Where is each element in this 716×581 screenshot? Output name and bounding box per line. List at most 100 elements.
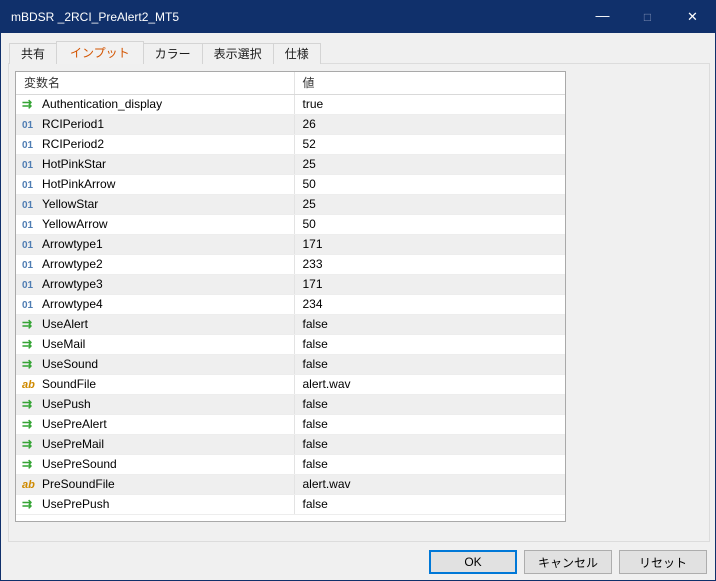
param-value[interactable]: false xyxy=(294,394,565,414)
param-row[interactable]: abSoundFile alert.wav xyxy=(16,374,565,394)
param-name: UseAlert xyxy=(42,317,88,331)
param-name: YellowArrow xyxy=(42,217,108,231)
param-value[interactable]: 171 xyxy=(294,234,565,254)
window-title: mBDSR _2RCI_PreAlert2_MT5 xyxy=(11,10,580,24)
param-value[interactable]: 25 xyxy=(294,154,565,174)
param-row[interactable]: 01HotPinkArrow 50 xyxy=(16,174,565,194)
param-name: SoundFile xyxy=(42,377,96,391)
bool-param-icon: ⇉ xyxy=(22,317,42,331)
window-controls: — □ ✕ xyxy=(580,1,715,33)
param-name: RCIPeriod2 xyxy=(42,137,104,151)
bool-param-icon: ⇉ xyxy=(22,397,42,411)
param-name: HotPinkArrow xyxy=(42,177,115,191)
param-row[interactable]: ⇉UseSound false xyxy=(16,354,565,374)
param-row[interactable]: 01Arrowtype3 171 xyxy=(16,274,565,294)
column-header-value[interactable]: 値 xyxy=(294,72,565,94)
param-row[interactable]: ⇉UseAlert false xyxy=(16,314,565,334)
param-value[interactable]: alert.wav xyxy=(294,374,565,394)
param-row[interactable]: 01YellowStar25 xyxy=(16,194,565,214)
param-name: YellowStar xyxy=(42,197,98,211)
param-name: UseMail xyxy=(42,337,85,351)
param-value[interactable]: 234 xyxy=(294,294,565,314)
tab-colors[interactable]: カラー xyxy=(143,43,203,64)
reset-button[interactable]: リセット xyxy=(619,550,707,574)
param-row[interactable]: 01Arrowtype1 171 xyxy=(16,234,565,254)
param-name: UsePreSound xyxy=(42,457,117,471)
int-param-icon: 01 xyxy=(22,180,42,191)
minimize-icon[interactable]: — xyxy=(580,1,625,33)
bool-param-icon: ⇉ xyxy=(22,457,42,471)
int-param-icon: 01 xyxy=(22,280,42,291)
param-row[interactable]: 01RCIPeriod1 26 xyxy=(16,114,565,134)
int-param-icon: 01 xyxy=(22,300,42,311)
tab-bar: 共有インプットカラー表示選択仕様 xyxy=(9,41,321,64)
param-row[interactable]: ⇉UsePrePush false xyxy=(16,494,565,514)
tab-specification[interactable]: 仕様 xyxy=(273,43,321,64)
param-value[interactable]: false xyxy=(294,454,565,474)
param-name: Arrowtype1 xyxy=(42,237,103,251)
param-name: PreSoundFile xyxy=(42,477,115,491)
int-param-icon: 01 xyxy=(22,260,42,271)
param-row[interactable]: ⇉UseMailfalse xyxy=(16,334,565,354)
int-param-icon: 01 xyxy=(22,240,42,251)
param-name: HotPinkStar xyxy=(42,157,106,171)
int-param-icon: 01 xyxy=(22,220,42,231)
ok-button[interactable]: OK xyxy=(429,550,517,574)
param-row[interactable]: 01Arrowtype2 233 xyxy=(16,254,565,274)
column-header-name[interactable]: 変数名 xyxy=(16,72,294,94)
param-value[interactable]: 50 xyxy=(294,174,565,194)
dialog-window: mBDSR _2RCI_PreAlert2_MT5 — □ ✕ 共有インプットカ… xyxy=(0,0,716,581)
param-value[interactable]: false xyxy=(294,434,565,454)
param-name: Arrowtype3 xyxy=(42,277,103,291)
param-value[interactable]: false xyxy=(294,354,565,374)
param-value[interactable]: false xyxy=(294,334,565,354)
param-row[interactable]: ⇉Authentication_displaytrue xyxy=(16,94,565,114)
param-row[interactable]: ⇉UsePushfalse xyxy=(16,394,565,414)
param-name: RCIPeriod1 xyxy=(42,117,104,131)
param-row[interactable]: 01HotPinkStar 25 xyxy=(16,154,565,174)
param-value[interactable]: 233 xyxy=(294,254,565,274)
param-name: UseSound xyxy=(42,357,98,371)
param-value[interactable]: 50 xyxy=(294,214,565,234)
param-value[interactable]: alert.wav xyxy=(294,474,565,494)
string-param-icon: ab xyxy=(22,379,42,391)
parameter-table[interactable]: 変数名 値 ⇉Authentication_displaytrue01RCIPe… xyxy=(15,71,566,522)
param-value[interactable]: true xyxy=(294,94,565,114)
param-row[interactable]: 01Arrowtype4 234 xyxy=(16,294,565,314)
bool-param-icon: ⇉ xyxy=(22,437,42,451)
maximize-icon: □ xyxy=(625,1,670,33)
param-value[interactable]: 26 xyxy=(294,114,565,134)
bool-param-icon: ⇉ xyxy=(22,497,42,511)
param-value[interactable]: false xyxy=(294,494,565,514)
table-header-row: 変数名 値 xyxy=(16,72,565,94)
tab-visualization[interactable]: 表示選択 xyxy=(202,43,274,64)
param-value[interactable]: 52 xyxy=(294,134,565,154)
tab-common[interactable]: 共有 xyxy=(9,43,57,64)
cancel-button[interactable]: キャンセル xyxy=(524,550,612,574)
titlebar[interactable]: mBDSR _2RCI_PreAlert2_MT5 — □ ✕ xyxy=(1,1,715,33)
param-name: UsePreMail xyxy=(42,437,104,451)
param-row[interactable]: 01RCIPeriod252 xyxy=(16,134,565,154)
param-table-body: ⇉Authentication_displaytrue01RCIPeriod12… xyxy=(16,94,565,514)
bool-param-icon: ⇉ xyxy=(22,357,42,371)
bool-param-icon: ⇉ xyxy=(22,417,42,431)
param-value[interactable]: 25 xyxy=(294,194,565,214)
param-name: Authentication_display xyxy=(42,97,162,111)
param-row[interactable]: 01YellowArrow 50 xyxy=(16,214,565,234)
param-name: UsePreAlert xyxy=(42,417,107,431)
param-name: UsePrePush xyxy=(42,497,109,511)
param-value[interactable]: 171 xyxy=(294,274,565,294)
param-row[interactable]: ⇉UsePreAlert false xyxy=(16,414,565,434)
param-name: Arrowtype2 xyxy=(42,257,103,271)
param-name: Arrowtype4 xyxy=(42,297,103,311)
int-param-icon: 01 xyxy=(22,120,42,131)
close-icon[interactable]: ✕ xyxy=(670,1,715,33)
int-param-icon: 01 xyxy=(22,160,42,171)
param-row[interactable]: ⇉UsePreMail false xyxy=(16,434,565,454)
param-value[interactable]: false xyxy=(294,314,565,334)
param-row[interactable]: abPreSoundFile alert.wav xyxy=(16,474,565,494)
param-row[interactable]: ⇉UsePreSound false xyxy=(16,454,565,474)
tab-inputs[interactable]: インプット xyxy=(56,41,144,64)
param-value[interactable]: false xyxy=(294,414,565,434)
string-param-icon: ab xyxy=(22,479,42,491)
